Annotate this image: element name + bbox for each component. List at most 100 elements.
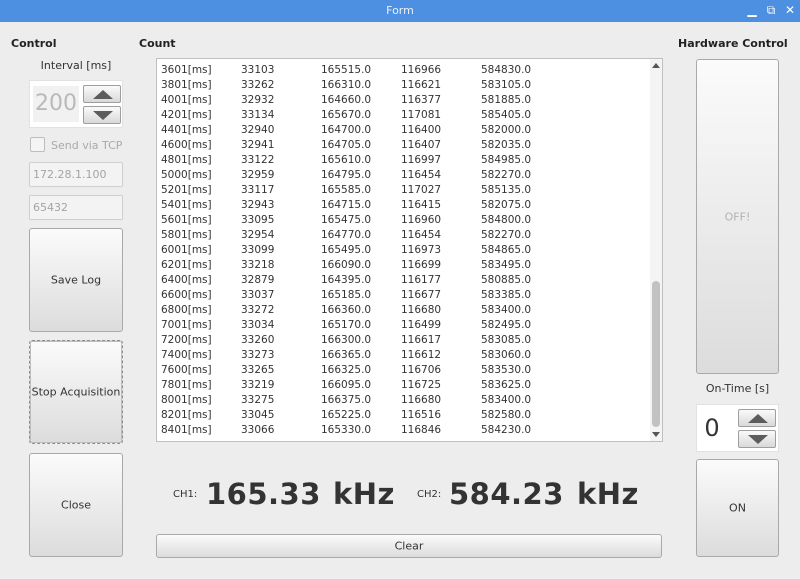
log-cell: 165495.0 (321, 244, 372, 256)
log-cell: 164795.0 (321, 169, 372, 181)
log-cell: 166365.0 (321, 349, 372, 361)
ch1-unit: kHz (333, 477, 395, 511)
log-cell: 33103 (241, 64, 275, 76)
log-cell: 584800.0 (481, 214, 532, 226)
save-log-button[interactable]: Save Log (29, 228, 123, 332)
interval-label: Interval [ms] (40, 59, 112, 72)
log-cell: 580885.0 (481, 274, 532, 286)
ontime-label: On-Time [s] (705, 382, 770, 395)
close-window-icon[interactable]: ✕ (782, 2, 798, 18)
ontime-value[interactable]: 0 (700, 410, 724, 446)
hardware-section-label: Hardware Control (678, 37, 788, 50)
log-cell: 116997 (401, 154, 442, 166)
log-cell: 583625.0 (481, 379, 532, 391)
log-cell: 3601[ms] (161, 64, 212, 76)
log-cell: 117027 (401, 184, 442, 196)
log-cell: 116725 (401, 379, 442, 391)
log-cell: 32932 (241, 94, 275, 106)
off-button[interactable]: OFF! (696, 59, 779, 374)
log-cell: 116973 (401, 244, 442, 256)
stop-acquisition-label: Stop Acquisition (31, 385, 121, 399)
log-cell: 116960 (401, 214, 442, 226)
log-cell: 165670.0 (321, 109, 372, 121)
log-cell: 116617 (401, 334, 442, 346)
log-cell: 4600[ms] (161, 139, 212, 151)
arrow-up-icon (93, 90, 113, 99)
port-field[interactable]: 65432 (29, 195, 123, 220)
scroll-thumb[interactable] (652, 281, 660, 427)
maximize-icon[interactable]: ⧉ (763, 2, 779, 18)
count-log[interactable]: 3601[ms] 33103 165515.0 116966 584830.0 3801[… (156, 58, 663, 442)
log-cell: 32941 (241, 139, 275, 151)
arrow-down-icon (93, 111, 113, 120)
log-cell: 583495.0 (481, 259, 532, 271)
log-cell: 33122 (241, 154, 275, 166)
log-cell: 116612 (401, 349, 442, 361)
log-cell: 166095.0 (321, 379, 372, 391)
log-cell: 116407 (401, 139, 442, 151)
clear-button[interactable]: Clear (156, 534, 662, 558)
log-cell: 583105.0 (481, 79, 532, 91)
log-cell: 6400[ms] (161, 274, 212, 286)
scroll-down-icon[interactable] (652, 432, 660, 437)
arrow-down-icon (748, 435, 768, 444)
send-via-tcp-checkbox[interactable] (30, 137, 45, 152)
close-button[interactable]: Close (29, 453, 123, 557)
ontime-spinbox[interactable]: 0 (696, 404, 779, 452)
log-cell: 166325.0 (321, 364, 372, 376)
log-cell: 582495.0 (481, 319, 532, 331)
control-section-label: Control (11, 37, 57, 50)
log-cell: 116706 (401, 364, 442, 376)
scroll-up-icon[interactable] (652, 63, 660, 68)
log-cell: 32940 (241, 124, 275, 136)
log-cell: 33066 (241, 424, 275, 436)
log-cell: 116680 (401, 394, 442, 406)
log-cell: 33265 (241, 364, 275, 376)
log-cell: 5201[ms] (161, 184, 212, 196)
log-cell: 585405.0 (481, 109, 532, 121)
log-cell: 164705.0 (321, 139, 372, 151)
log-cell: 33275 (241, 394, 275, 406)
interval-decrement-button[interactable] (83, 106, 121, 124)
log-cell: 584985.0 (481, 154, 532, 166)
log-cell: 33034 (241, 319, 275, 331)
ch1-label: CH1: (173, 489, 198, 500)
ch2-label: CH2: (417, 489, 442, 500)
log-cell: 116677 (401, 289, 442, 301)
interval-spinbox[interactable]: 200 (29, 80, 123, 128)
minimize-icon[interactable]: ▁ (744, 2, 760, 18)
stop-acquisition-button[interactable]: Stop Acquisition (29, 340, 123, 444)
log-cell: 584830.0 (481, 64, 532, 76)
log-cell: 583385.0 (481, 289, 532, 301)
log-cell: 116846 (401, 424, 442, 436)
ch2-unit: kHz (577, 477, 639, 511)
window-title: Form (386, 4, 414, 17)
log-cell: 33218 (241, 259, 275, 271)
log-scrollbar[interactable] (650, 59, 662, 441)
on-button[interactable]: ON (696, 459, 779, 557)
log-cell: 582580.0 (481, 409, 532, 421)
ontime-decrement-button[interactable] (738, 430, 776, 448)
log-cell: 117081 (401, 109, 442, 121)
log-cell: 33272 (241, 304, 275, 316)
ontime-increment-button[interactable] (738, 409, 776, 427)
log-cell: 166090.0 (321, 259, 372, 271)
log-cell: 7200[ms] (161, 334, 212, 346)
log-cell: 581885.0 (481, 94, 532, 106)
log-cell: 166310.0 (321, 79, 372, 91)
off-label: OFF! (724, 210, 751, 223)
log-cell: 8201[ms] (161, 409, 212, 421)
log-cell: 7801[ms] (161, 379, 212, 391)
log-cell: 33262 (241, 79, 275, 91)
ip-address-field[interactable]: 172.28.1.100 (29, 162, 123, 187)
interval-increment-button[interactable] (83, 85, 121, 103)
log-cell: 32959 (241, 169, 275, 181)
log-cell: 166375.0 (321, 394, 372, 406)
log-cell: 6201[ms] (161, 259, 212, 271)
log-cell: 164715.0 (321, 199, 372, 211)
interval-value[interactable]: 200 (33, 86, 79, 122)
log-cell: 582035.0 (481, 139, 532, 151)
log-cell: 5401[ms] (161, 199, 212, 211)
log-cell: 116699 (401, 259, 442, 271)
log-cell: 33099 (241, 244, 275, 256)
